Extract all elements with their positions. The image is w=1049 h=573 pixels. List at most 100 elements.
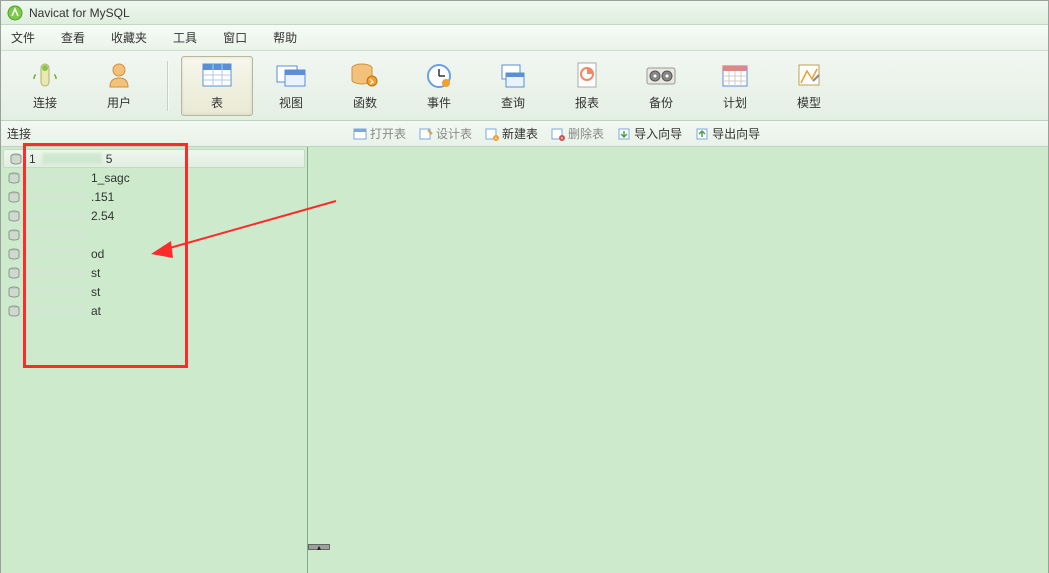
blurred-text bbox=[27, 229, 87, 240]
main-area: 15 1_sagc .151 2.54 od bbox=[1, 147, 1048, 573]
connection-suffix: st bbox=[91, 285, 100, 299]
menu-view[interactable]: 查看 bbox=[61, 29, 85, 46]
blurred-text bbox=[42, 153, 102, 164]
app-icon bbox=[7, 5, 23, 21]
toolbar-table[interactable]: 表 bbox=[181, 56, 253, 116]
app-title: Navicat for MySQL bbox=[29, 6, 130, 20]
query-icon bbox=[496, 60, 530, 90]
menubar: 文件 查看 收藏夹 工具 窗口 帮助 bbox=[1, 25, 1048, 51]
toolbar-connect[interactable]: 连接 bbox=[9, 56, 81, 116]
toolbar-schedule-label: 计划 bbox=[723, 94, 747, 111]
design-table-icon bbox=[418, 126, 434, 142]
blurred-text bbox=[27, 210, 87, 221]
connection-item[interactable] bbox=[1, 225, 307, 244]
sub-new-table[interactable]: + 新建表 bbox=[480, 123, 542, 144]
toolbar-backup[interactable]: 备份 bbox=[625, 56, 697, 116]
connection-suffix: at bbox=[91, 304, 101, 318]
toolbar-model-label: 模型 bbox=[797, 94, 821, 111]
blurred-text bbox=[27, 172, 87, 183]
toolbar-schedule[interactable]: 计划 bbox=[699, 56, 771, 116]
toolbar-view[interactable]: 视图 bbox=[255, 56, 327, 116]
connection-suffix: 5 bbox=[106, 152, 113, 166]
menu-file[interactable]: 文件 bbox=[11, 29, 35, 46]
connection-item[interactable]: at bbox=[1, 301, 307, 320]
sub-export-wizard[interactable]: 导出向导 bbox=[690, 123, 764, 144]
sub-delete-table-label: 删除表 bbox=[568, 125, 604, 142]
import-icon bbox=[616, 126, 632, 142]
function-icon bbox=[348, 60, 382, 90]
connection-suffix: .151 bbox=[91, 190, 114, 204]
schedule-icon bbox=[718, 60, 752, 90]
connection-item[interactable]: st bbox=[1, 282, 307, 301]
sidebar-header: 连接 bbox=[1, 125, 308, 142]
connection-item[interactable]: st bbox=[1, 263, 307, 282]
toolbar-user[interactable]: 用户 bbox=[83, 56, 155, 116]
backup-icon bbox=[644, 60, 678, 90]
toolbar-table-label: 表 bbox=[211, 94, 223, 111]
toolbar-view-label: 视图 bbox=[279, 94, 303, 111]
connection-item[interactable]: od bbox=[1, 244, 307, 263]
database-icon bbox=[7, 285, 21, 299]
toolbar-query-label: 查询 bbox=[501, 94, 525, 111]
connection-prefix: 1 bbox=[29, 152, 36, 166]
database-icon bbox=[7, 266, 21, 280]
model-icon bbox=[792, 60, 826, 90]
connection-list: 15 1_sagc .151 2.54 od bbox=[1, 147, 307, 320]
sub-design-table-label: 设计表 bbox=[436, 125, 472, 142]
menu-window[interactable]: 窗口 bbox=[223, 29, 247, 46]
view-icon bbox=[274, 60, 308, 90]
toolbar: 连接 用户 表 bbox=[1, 51, 1048, 121]
menu-tools[interactable]: 工具 bbox=[173, 29, 197, 46]
connection-item[interactable]: 1_sagc bbox=[1, 168, 307, 187]
toolbar-event[interactable]: 事件 bbox=[403, 56, 475, 116]
sub-open-table[interactable]: 打开表 bbox=[348, 123, 410, 144]
connection-item[interactable]: 2.54 bbox=[1, 206, 307, 225]
database-icon bbox=[7, 228, 21, 242]
user-icon bbox=[102, 60, 136, 90]
toolbar-user-label: 用户 bbox=[107, 94, 131, 111]
blurred-text bbox=[27, 191, 87, 202]
connection-suffix: st bbox=[91, 266, 100, 280]
menu-favorites[interactable]: 收藏夹 bbox=[111, 29, 147, 46]
sub-import-label: 导入向导 bbox=[634, 125, 682, 142]
blurred-text bbox=[27, 267, 87, 278]
svg-text:×: × bbox=[561, 136, 564, 141]
delete-table-icon: × bbox=[550, 126, 566, 142]
content-area bbox=[308, 147, 1048, 573]
new-table-icon: + bbox=[484, 126, 500, 142]
connection-suffix: 2.54 bbox=[91, 209, 114, 223]
connection-suffix: od bbox=[91, 247, 104, 261]
toolbar-model[interactable]: 模型 bbox=[773, 56, 845, 116]
database-icon bbox=[7, 247, 21, 261]
toolbar-separator bbox=[167, 61, 169, 111]
titlebar: Navicat for MySQL bbox=[1, 1, 1048, 25]
connect-icon bbox=[28, 60, 62, 90]
database-icon bbox=[9, 152, 23, 166]
toolbar-function-label: 函数 bbox=[353, 94, 377, 111]
connection-suffix: 1_sagc bbox=[91, 171, 130, 185]
blurred-text bbox=[27, 248, 87, 259]
event-icon bbox=[422, 60, 456, 90]
toolbar-report-label: 报表 bbox=[575, 94, 599, 111]
export-icon bbox=[694, 126, 710, 142]
toolbar-query[interactable]: 查询 bbox=[477, 56, 549, 116]
toolbar-event-label: 事件 bbox=[427, 94, 451, 111]
sub-delete-table[interactable]: × 删除表 bbox=[546, 123, 608, 144]
splitter-handle[interactable] bbox=[308, 544, 330, 550]
database-icon bbox=[7, 304, 21, 318]
sub-new-table-label: 新建表 bbox=[502, 125, 538, 142]
sub-design-table[interactable]: 设计表 bbox=[414, 123, 476, 144]
connection-item[interactable]: .151 bbox=[1, 187, 307, 206]
blurred-text bbox=[27, 286, 87, 297]
database-icon bbox=[7, 171, 21, 185]
toolbar-report[interactable]: 报表 bbox=[551, 56, 623, 116]
toolbar-function[interactable]: 函数 bbox=[329, 56, 401, 116]
menu-help[interactable]: 帮助 bbox=[273, 29, 297, 46]
connection-sidebar[interactable]: 15 1_sagc .151 2.54 od bbox=[1, 147, 308, 573]
sub-export-label: 导出向导 bbox=[712, 125, 760, 142]
open-table-icon bbox=[352, 126, 368, 142]
sub-import-wizard[interactable]: 导入向导 bbox=[612, 123, 686, 144]
connection-item[interactable]: 15 bbox=[3, 149, 305, 168]
report-icon bbox=[570, 60, 604, 90]
sub-open-table-label: 打开表 bbox=[370, 125, 406, 142]
